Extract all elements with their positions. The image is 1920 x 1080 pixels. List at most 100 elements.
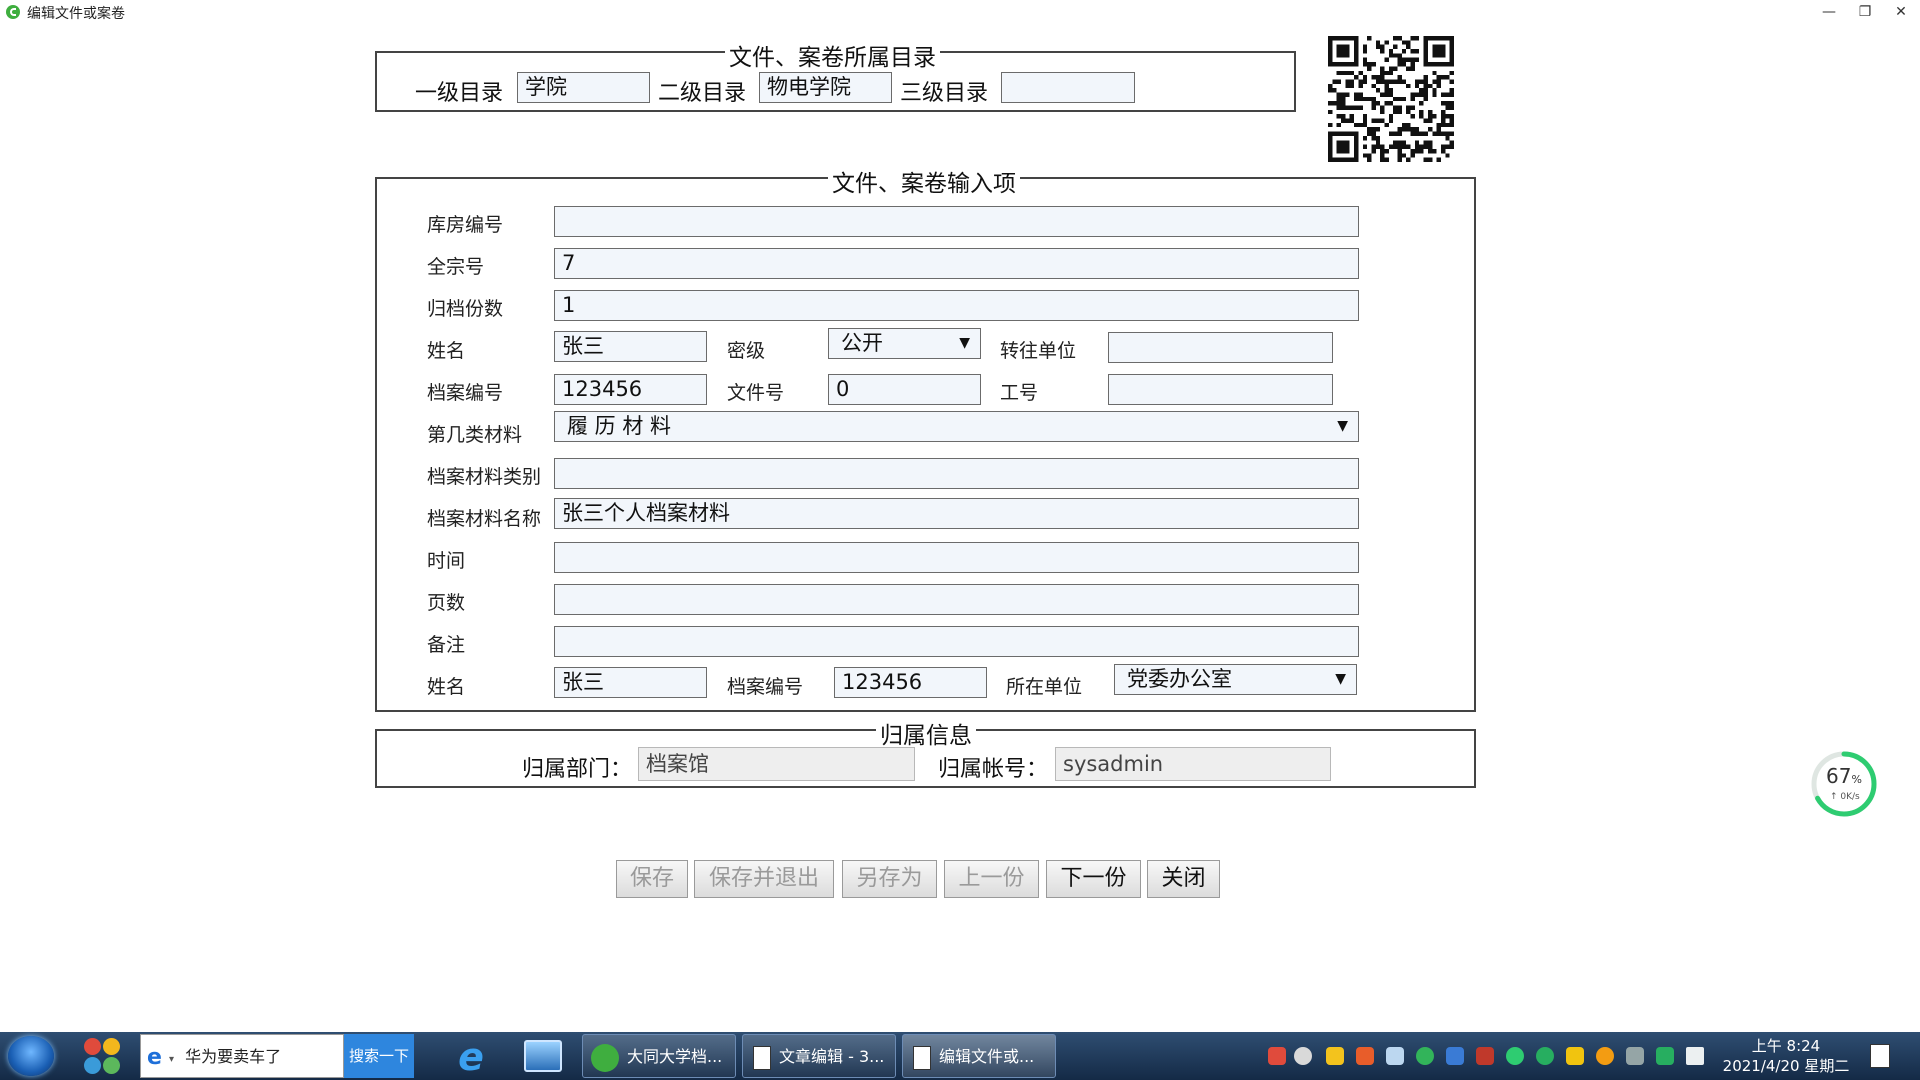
secret-level-label: 密级 — [727, 340, 766, 362]
name2-label: 姓名 — [427, 676, 466, 698]
save-and-exit-button[interactable]: 保存并退出 — [694, 860, 834, 898]
level3-label: 三级目录 — [900, 81, 989, 106]
app-launcher-icon[interactable] — [84, 1038, 122, 1076]
ie-search-box[interactable]: e ▾ 华为要卖车了 — [140, 1034, 344, 1078]
lock-icon[interactable] — [1326, 1047, 1344, 1065]
search-button[interactable]: 搜索一下 — [344, 1034, 414, 1078]
taskbar-window-edit[interactable]: 编辑文件或... — [902, 1034, 1056, 1078]
start-orb-icon[interactable] — [8, 1036, 54, 1076]
browser-icon — [591, 1043, 619, 1072]
chevron-down-icon: ▼ — [1335, 671, 1346, 687]
ie-search-text: 华为要卖车了 — [185, 1047, 282, 1066]
time-label: 时间 — [427, 550, 466, 572]
level3-field[interactable] — [1001, 72, 1135, 103]
taskbar-window-article-label: 文章编辑 - 3... — [779, 1047, 885, 1066]
owner-legend: 归属信息 — [876, 716, 976, 750]
pages-label: 页数 — [427, 592, 466, 614]
secret-level-select[interactable]: 公开 ▼ — [828, 328, 981, 359]
warehouse-no-field[interactable] — [554, 206, 1359, 237]
previous-button[interactable]: 上一份 — [944, 860, 1039, 898]
microphone-icon[interactable] — [1294, 1047, 1312, 1065]
material-category-label: 档案材料类别 — [427, 466, 542, 488]
globe-icon[interactable] — [1416, 1047, 1434, 1065]
name-field[interactable]: 张三 — [554, 331, 707, 362]
save-as-button[interactable]: 另存为 — [842, 860, 937, 898]
speed-rate: ↑ 0K/s — [1830, 792, 1860, 802]
ie-icon: e — [147, 1044, 162, 1070]
archive-no2-label: 档案编号 — [727, 676, 804, 698]
file-no-label: 文件号 — [727, 382, 785, 404]
clock-date: 2021/4/20 星期二 — [1722, 1057, 1850, 1075]
owner-account-field[interactable]: sysadmin — [1055, 747, 1331, 781]
clock-time: 上午 8:24 — [1751, 1037, 1821, 1055]
volume-icon[interactable] — [1686, 1047, 1704, 1065]
document-icon — [913, 1045, 931, 1070]
qr-code-icon — [1328, 36, 1454, 162]
blocked-icon[interactable] — [1476, 1047, 1494, 1065]
name-label: 姓名 — [427, 340, 466, 362]
notification-icon[interactable] — [1870, 1044, 1890, 1068]
material-name-label: 档案材料名称 — [427, 508, 542, 530]
archive-no-label: 档案编号 — [427, 382, 504, 404]
material-class-select[interactable]: 履 历 材 料 ▼ — [554, 411, 1359, 442]
wechat-icon[interactable] — [1506, 1047, 1524, 1065]
speed-percent: 67% — [1826, 764, 1862, 788]
copies-field[interactable]: 1 — [554, 290, 1359, 321]
level1-field[interactable]: 学院 — [517, 72, 650, 103]
time-field[interactable] — [554, 542, 1359, 573]
owner-dept-field[interactable]: 档案馆 — [638, 747, 915, 781]
save-button[interactable]: 保存 — [616, 860, 688, 898]
unit-label: 所在单位 — [1006, 676, 1083, 698]
app-tray-icon[interactable] — [1356, 1047, 1374, 1065]
fonds-no-field[interactable]: 7 — [554, 248, 1359, 279]
app-icon — [6, 5, 20, 19]
taskbar-window-edit-label: 编辑文件或... — [939, 1047, 1035, 1066]
material-category-field[interactable] — [554, 458, 1359, 489]
plus-icon[interactable] — [1596, 1047, 1614, 1065]
next-button[interactable]: 下一份 — [1046, 860, 1141, 898]
file-no-field[interactable]: 0 — [828, 374, 981, 405]
share-icon[interactable] — [1566, 1047, 1584, 1065]
archive-no-field[interactable]: 123456 — [554, 374, 707, 405]
taskbar-window-archive-label: 大同大学档... — [627, 1047, 723, 1066]
archive-no2-field[interactable]: 123456 — [834, 667, 987, 698]
material-class-value: 履 历 材 料 — [567, 414, 672, 438]
name2-field[interactable]: 张三 — [554, 667, 707, 698]
taskbar-window-article[interactable]: 文章编辑 - 3... — [742, 1034, 896, 1078]
document-icon — [753, 1045, 771, 1070]
unit-select[interactable]: 党委办公室 ▼ — [1114, 664, 1357, 695]
security-icon[interactable] — [1536, 1047, 1554, 1065]
restore-button[interactable]: ❐ — [1848, 0, 1882, 24]
chevron-down-icon: ▼ — [959, 335, 970, 351]
warehouse-no-label: 库房编号 — [427, 214, 504, 236]
unit-value: 党委办公室 — [1127, 667, 1232, 691]
message-icon[interactable] — [1446, 1047, 1464, 1065]
network-icon[interactable] — [1626, 1047, 1644, 1065]
owner-dept-label: 归属部门： — [522, 757, 633, 782]
remark-label: 备注 — [427, 634, 466, 656]
pages-field[interactable] — [554, 584, 1359, 615]
level2-field[interactable]: 物电学院 — [759, 72, 892, 103]
taskbar-window-archive[interactable]: 大同大学档... — [582, 1034, 736, 1078]
taskbar-clock[interactable]: 上午 8:24 2021/4/20 星期二 — [1712, 1036, 1860, 1076]
sogou-input-icon[interactable] — [1268, 1047, 1286, 1065]
copies-label: 归档份数 — [427, 298, 504, 320]
material-name-field[interactable]: 张三个人档案材料 — [554, 498, 1359, 529]
send-icon[interactable] — [1386, 1047, 1404, 1065]
level1-label: 一级目录 — [415, 81, 504, 106]
chevron-down-icon: ▼ — [1337, 418, 1348, 434]
work-no-field[interactable] — [1108, 374, 1333, 405]
owner-account-label: 归属帐号： — [938, 757, 1049, 782]
minimize-button[interactable]: — — [1812, 0, 1846, 24]
transfer-unit-label: 转往单位 — [1000, 340, 1077, 362]
close-window-button[interactable]: ✕ — [1884, 0, 1918, 24]
close-button[interactable]: 关闭 — [1147, 860, 1220, 898]
remark-field[interactable] — [554, 626, 1359, 657]
transfer-unit-field[interactable] — [1108, 332, 1333, 363]
computer-icon[interactable] — [524, 1040, 562, 1072]
level2-label: 二级目录 — [658, 81, 747, 106]
work-no-label: 工号 — [1000, 382, 1039, 404]
material-class-label: 第几类材料 — [427, 424, 523, 446]
ie-browser-icon[interactable]: e — [452, 1038, 490, 1076]
shield-icon[interactable] — [1656, 1047, 1674, 1065]
